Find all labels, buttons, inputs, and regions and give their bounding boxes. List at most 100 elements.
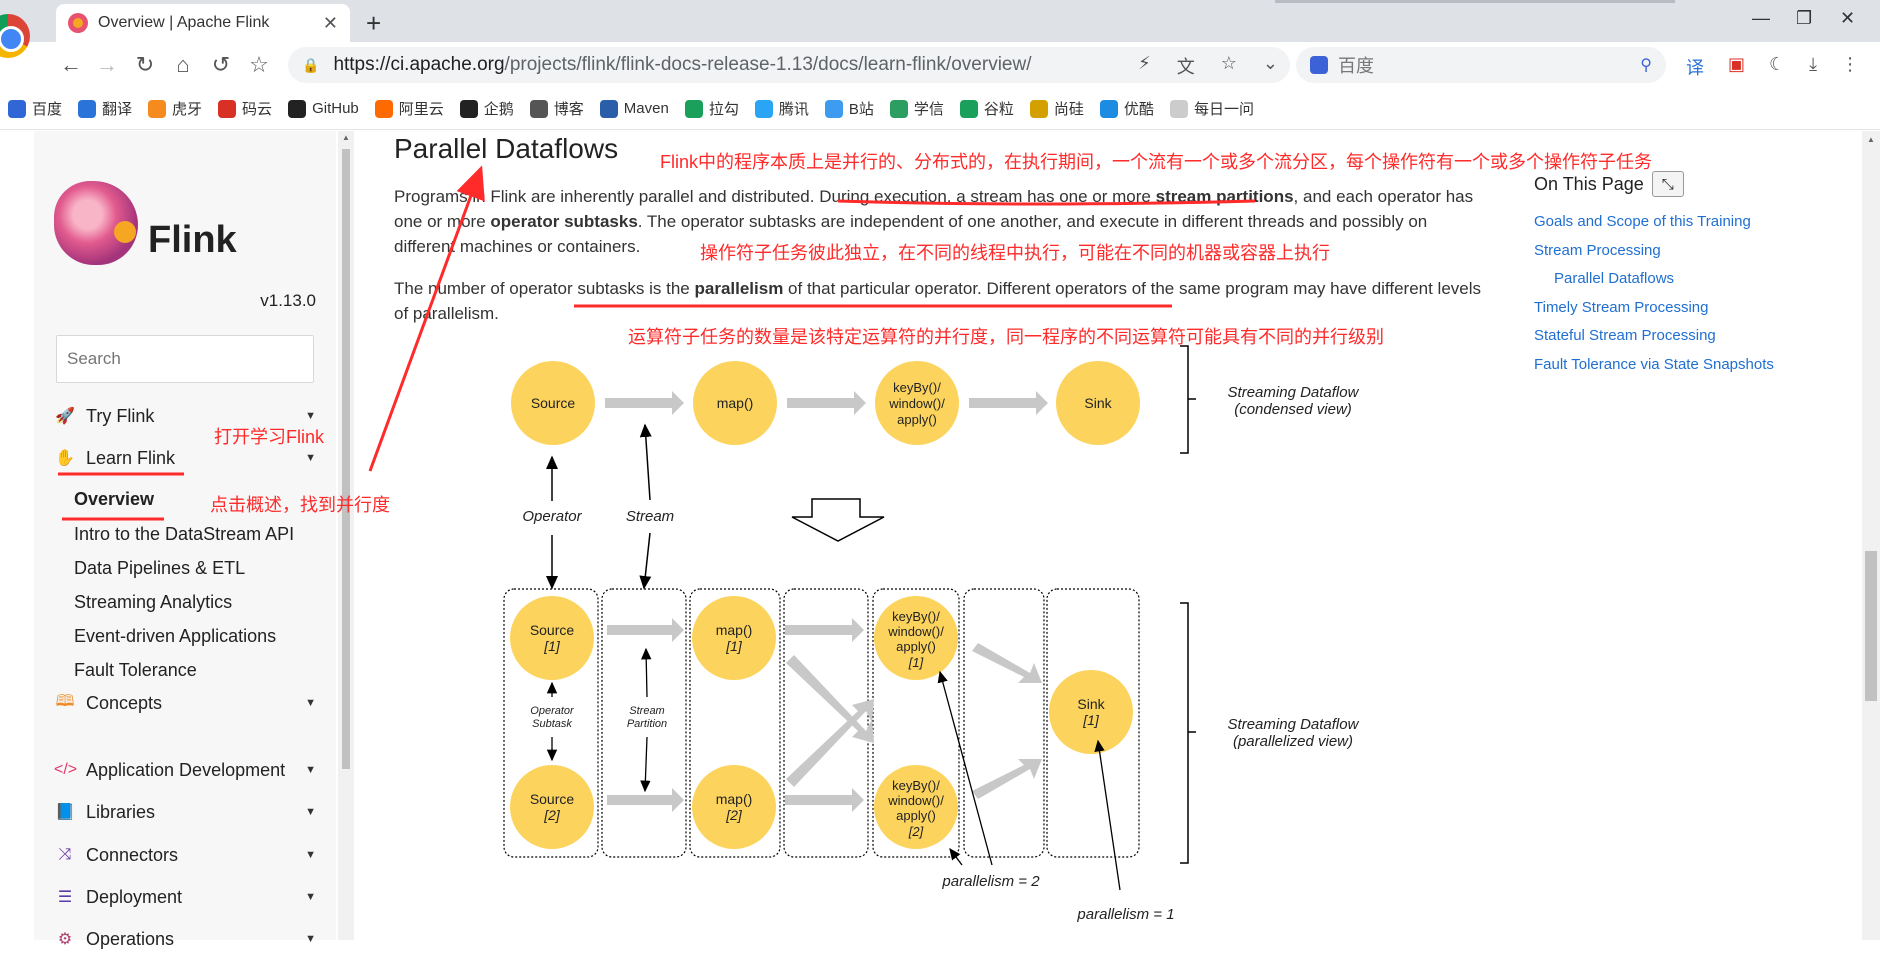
sidebar-scrollbar[interactable]: ▲ bbox=[338, 131, 354, 940]
bookmark-item[interactable]: 拉勾 bbox=[684, 98, 739, 119]
bookmark-favicon-icon bbox=[1029, 99, 1048, 118]
flink-logo[interactable]: Flink bbox=[54, 171, 237, 271]
map1-sub: [1] bbox=[725, 638, 743, 654]
bookmark-favicon-icon bbox=[1169, 99, 1188, 118]
bookmark-item[interactable]: 企鹅 bbox=[459, 98, 514, 119]
bookmark-favicon-icon bbox=[959, 99, 978, 118]
page-scrollbar[interactable]: ▲ bbox=[1862, 131, 1880, 940]
restore-icon[interactable]: ❐ bbox=[1796, 8, 1812, 29]
stream-label: Stream bbox=[626, 508, 674, 525]
sidebar-item-concepts[interactable]: 🕮 Concepts ▼ bbox=[54, 688, 316, 718]
shuffle-icon: ⤨ bbox=[58, 846, 72, 863]
scroll-up-icon[interactable]: ▲ bbox=[342, 133, 350, 142]
dark-mode-icon[interactable]: ☾ bbox=[1769, 54, 1785, 80]
bookmark-favicon-icon bbox=[599, 99, 618, 118]
sidebar-item-deployment[interactable]: ☰ Deployment ▼ bbox=[54, 882, 316, 912]
sidebar-item-application-development[interactable]: </> Application Development ▼ bbox=[54, 755, 316, 785]
forward-icon[interactable]: → bbox=[92, 50, 122, 80]
stream-arrow-down bbox=[639, 532, 652, 590]
bookmark-favicon-icon bbox=[374, 99, 393, 118]
bookmark-item[interactable]: 百度 bbox=[8, 98, 62, 119]
search-engine-box[interactable]: 百度 ⚲ bbox=[1296, 47, 1666, 83]
bookmark-item[interactable]: Maven bbox=[599, 99, 669, 118]
scroll-up-icon[interactable]: ▲ bbox=[1867, 135, 1875, 144]
parallel-boxes bbox=[503, 588, 1140, 858]
source2-label: Source bbox=[530, 791, 575, 807]
bookmark-item[interactable]: B站 bbox=[824, 98, 874, 119]
toc-link-stateful[interactable]: Stateful Stream Processing bbox=[1534, 327, 1716, 344]
bookmark-item[interactable]: GitHub bbox=[288, 99, 359, 118]
bookmark-label: 腾讯 bbox=[778, 101, 809, 118]
pdf-extension-icon[interactable]: ▣ bbox=[1728, 54, 1745, 80]
bookmark-label: GitHub bbox=[312, 100, 359, 117]
home-icon[interactable]: ⌂ bbox=[168, 50, 198, 80]
window-close-icon[interactable]: ✕ bbox=[1840, 8, 1855, 29]
bookmark-item[interactable]: 虎牙 bbox=[148, 98, 202, 119]
sidebar-item-label: Deployment bbox=[86, 886, 183, 907]
reload-icon[interactable]: ↻ bbox=[130, 50, 160, 80]
bookmark-label: 每日一问 bbox=[1193, 101, 1254, 118]
bookmark-item[interactable]: 博客 bbox=[529, 98, 584, 119]
sidebar-item-operations[interactable]: ⚙ Operations ▼ bbox=[54, 924, 316, 954]
back-icon[interactable]: ← bbox=[56, 50, 86, 80]
baidu-icon bbox=[1310, 56, 1328, 74]
map-label: map() bbox=[717, 395, 754, 411]
bookmark-item[interactable]: 阿里云 bbox=[374, 98, 444, 119]
bookmark-item[interactable]: 码云 bbox=[218, 98, 272, 119]
toc-link-timely[interactable]: Timely Stream Processing bbox=[1534, 299, 1709, 316]
bookmark-favicon-icon bbox=[889, 99, 908, 118]
toc-link-fault-tolerance[interactable]: Fault Tolerance via State Snapshots bbox=[1534, 356, 1774, 373]
sidebar-item-label: Learn Flink bbox=[86, 447, 176, 468]
sink1-label: Sink bbox=[1077, 696, 1105, 712]
page-title: Parallel Dataflows bbox=[394, 133, 619, 164]
collapse-toc-button[interactable]: ⤡ bbox=[1651, 171, 1684, 197]
bookmark-item[interactable]: 翻译 bbox=[78, 98, 132, 119]
bookmark-favicon-icon bbox=[1099, 99, 1118, 118]
keyby-node bbox=[875, 361, 959, 445]
tab-close-icon[interactable]: ✕ bbox=[323, 13, 338, 34]
sidebar-subitem-pipelines[interactable]: Data Pipelines & ETL bbox=[74, 558, 245, 579]
url-path: /projects/flink/flink-docs-release-1.13/… bbox=[504, 54, 1032, 75]
bookmark-item[interactable]: 尚硅 bbox=[1029, 98, 1084, 119]
menu-icon[interactable]: ⋮ bbox=[1841, 54, 1859, 80]
bookmark-item[interactable]: 优酷 bbox=[1099, 98, 1154, 119]
sidebar-subitem-fault-tolerance[interactable]: Fault Tolerance bbox=[74, 660, 197, 681]
keyby-label-2: window()/ bbox=[888, 396, 945, 411]
sidebar-item-connectors[interactable]: ⤨ Connectors ▼ bbox=[54, 840, 316, 870]
star-icon[interactable]: ☆ bbox=[1221, 53, 1237, 79]
sidebar-item-libraries[interactable]: 📘 Libraries ▼ bbox=[54, 797, 316, 827]
sidebar-search-input[interactable] bbox=[56, 335, 314, 383]
sidebar-subitem-overview[interactable]: Overview bbox=[74, 489, 154, 510]
keyby1-label-3: apply() bbox=[896, 639, 936, 654]
chevron-down-icon[interactable]: ⌄ bbox=[1263, 53, 1278, 79]
new-tab-button[interactable]: + bbox=[366, 8, 381, 39]
toc-link-goals[interactable]: Goals and Scope of this Training bbox=[1534, 213, 1751, 230]
bookmark-star-icon[interactable]: ☆ bbox=[244, 50, 274, 80]
browser-tab[interactable]: Overview | Apache Flink ✕ bbox=[56, 4, 350, 42]
address-bar[interactable]: 🔒 https://ci.apache.org/projects/flink/f… bbox=[288, 47, 1290, 83]
toc-link-parallel-dataflows[interactable]: Parallel Dataflows bbox=[1554, 270, 1674, 287]
bookmark-item[interactable]: 每日一问 bbox=[1169, 98, 1254, 119]
bookmark-item[interactable]: 学信 bbox=[889, 98, 944, 119]
p1-bold-operator-subtasks: operator subtasks bbox=[490, 212, 638, 231]
caret-down-icon: ▼ bbox=[305, 410, 316, 422]
undo-icon[interactable]: ↺ bbox=[206, 50, 236, 80]
map-icon: 🕮 bbox=[55, 692, 75, 710]
search-icon[interactable]: ⚲ bbox=[1640, 55, 1652, 75]
minimize-icon[interactable]: — bbox=[1752, 8, 1770, 29]
translate-icon[interactable]: 文 bbox=[1177, 53, 1195, 79]
bookmark-item[interactable]: 谷粒 bbox=[959, 98, 1014, 119]
translate-extension-icon[interactable]: 译 bbox=[1686, 54, 1704, 80]
page-scrollbar-thumb[interactable] bbox=[1865, 551, 1877, 701]
code-icon: </> bbox=[54, 761, 78, 778]
gear-icon: ⚙ bbox=[57, 931, 73, 948]
sink1-sub: [1] bbox=[1082, 712, 1100, 728]
toc-link-stream-processing[interactable]: Stream Processing bbox=[1534, 242, 1661, 259]
flash-icon[interactable]: ⚡ bbox=[1138, 53, 1151, 79]
download-icon[interactable]: ⤓ bbox=[1809, 54, 1817, 80]
sidebar-subitem-analytics[interactable]: Streaming Analytics bbox=[74, 592, 232, 613]
sidebar-scrollbar-thumb[interactable] bbox=[342, 149, 350, 769]
bookmark-item[interactable]: 腾讯 bbox=[754, 98, 809, 119]
sidebar-subitem-datastream[interactable]: Intro to the DataStream API bbox=[74, 524, 294, 545]
sidebar-subitem-event-driven[interactable]: Event-driven Applications bbox=[74, 626, 276, 647]
